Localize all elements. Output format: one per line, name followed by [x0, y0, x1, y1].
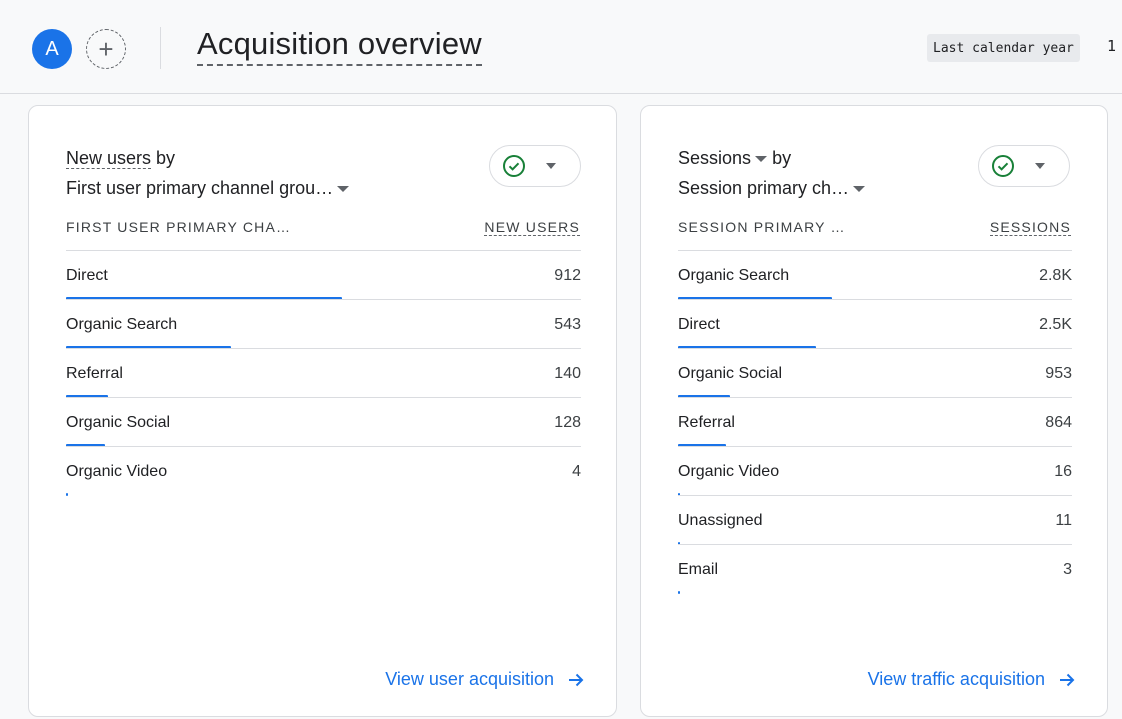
chevron-down-icon: [546, 163, 556, 169]
dimension-label: First user primary channel grou…: [66, 178, 334, 198]
arrow-right-icon: [1060, 673, 1075, 686]
table-row[interactable]: Organic Social 128: [66, 397, 581, 447]
by-label: by: [772, 148, 792, 168]
row-label: Unassigned: [678, 512, 763, 529]
date-range-picker[interactable]: Last calendar year: [927, 34, 1080, 62]
by-label: by: [156, 148, 176, 168]
column-header-metric[interactable]: SESSIONS: [989, 219, 1071, 236]
row-value: 3: [1063, 561, 1072, 578]
table-row[interactable]: Direct 912: [66, 250, 581, 300]
row-label: Email: [678, 561, 719, 578]
row-value: 543: [554, 316, 581, 333]
check-circle-icon: [992, 155, 1014, 177]
row-label: Organic Social: [678, 365, 783, 382]
chevron-down-icon: [337, 186, 350, 193]
comparison-avatar[interactable]: A: [32, 29, 72, 69]
chevron-down-icon: [755, 156, 768, 163]
row-label: Organic Search: [678, 267, 790, 284]
link-label: View user acquisition: [385, 669, 554, 689]
column-header-dimension: SESSION PRIMARY …: [678, 219, 846, 235]
card-title-metric-line: New users by: [66, 148, 175, 169]
chevron-down-icon: [853, 186, 866, 193]
check-circle-icon: [503, 155, 525, 177]
row-value: 140: [554, 365, 581, 382]
table-row[interactable]: Organic Search 543: [66, 299, 581, 349]
view-traffic-acquisition-link[interactable]: View traffic acquisition: [868, 669, 1077, 690]
table-row[interactable]: Referral 864: [678, 397, 1072, 447]
row-value: 953: [1045, 365, 1072, 382]
row-value: 4: [572, 463, 581, 480]
add-comparison-button[interactable]: +: [86, 29, 126, 69]
table-row[interactable]: Referral 140: [66, 348, 581, 398]
metric-selector[interactable]: New users: [66, 148, 152, 169]
row-label: Organic Video: [66, 463, 168, 480]
row-label: Referral: [66, 365, 123, 382]
row-label: Direct: [66, 267, 108, 284]
table-row[interactable]: Unassigned 11: [678, 495, 1072, 545]
row-bar: [66, 493, 68, 496]
row-label: Direct: [678, 316, 720, 333]
row-label: Organic Social: [66, 414, 171, 431]
metric-selector[interactable]: Sessions: [678, 148, 768, 168]
table-row[interactable]: Organic Search 2.8K: [678, 250, 1072, 300]
row-label: Organic Search: [66, 316, 178, 333]
metric-label: Sessions: [678, 148, 752, 168]
row-label: Organic Video: [678, 463, 780, 480]
view-user-acquisition-link[interactable]: View user acquisition: [385, 669, 586, 690]
chevron-down-icon: [1035, 163, 1045, 169]
data-quality-status-button[interactable]: [489, 145, 581, 187]
link-label: View traffic acquisition: [867, 669, 1045, 689]
new-users-card: New users by First user primary channel …: [28, 105, 617, 717]
table-rows: Organic Search 2.8K Direct 2.5K Organic Soci…: [678, 250, 1072, 594]
row-label: Referral: [678, 414, 735, 431]
page-title[interactable]: Acquisition overview: [197, 26, 482, 66]
sessions-card: Sessions by Session primary ch… SESSION …: [640, 105, 1108, 717]
table-row[interactable]: Organic Video 16: [678, 446, 1072, 496]
top-header: A + Acquisition overview Last calendar y…: [0, 0, 1122, 94]
row-value: 2.8K: [1039, 267, 1072, 284]
row-value: 864: [1045, 414, 1072, 431]
row-value: 2.5K: [1039, 316, 1072, 333]
table-row[interactable]: Direct 2.5K: [678, 299, 1072, 349]
date-range-extra[interactable]: 1: [1107, 37, 1116, 55]
row-value: 128: [554, 414, 581, 431]
row-value: 11: [1055, 512, 1072, 529]
data-quality-status-button[interactable]: [978, 145, 1070, 187]
column-header-metric[interactable]: NEW USERS: [484, 219, 580, 236]
header-divider: [160, 27, 161, 69]
table-row[interactable]: Organic Social 953: [678, 348, 1072, 398]
card-title-metric-line: Sessions by: [678, 148, 791, 169]
dimension-label: Session primary ch…: [678, 178, 850, 198]
row-value: 912: [554, 267, 581, 284]
table-rows: Direct 912 Organic Search 543 Referral 140 Org…: [66, 250, 581, 496]
dimension-selector[interactable]: First user primary channel grou…: [66, 178, 350, 199]
table-row[interactable]: Organic Video 4: [66, 446, 581, 496]
arrow-right-icon: [569, 673, 584, 686]
table-row[interactable]: Email 3: [678, 544, 1072, 594]
dimension-selector[interactable]: Session primary ch…: [678, 178, 866, 199]
row-value: 16: [1054, 463, 1072, 480]
row-bar: [678, 591, 680, 594]
column-header-dimension: FIRST USER PRIMARY CHA…: [66, 219, 292, 235]
